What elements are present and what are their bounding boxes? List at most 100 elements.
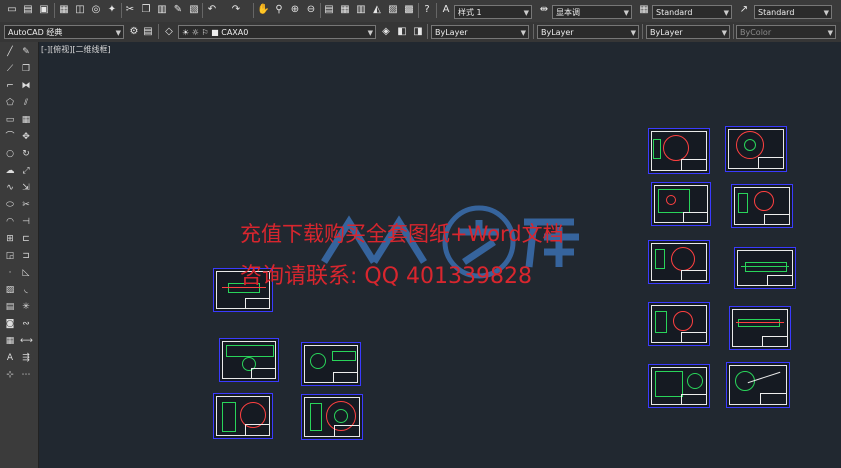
zoom-window-icon[interactable]: ⊕ bbox=[289, 4, 301, 16]
print-icon[interactable]: ▦ bbox=[58, 4, 70, 16]
ellipse-arc-icon[interactable]: ◠ bbox=[4, 216, 16, 228]
tool-palettes-icon[interactable]: ▥ bbox=[355, 4, 367, 16]
layer-properties-icon[interactable]: ▤ bbox=[142, 26, 154, 38]
array-icon[interactable]: ▦ bbox=[20, 114, 32, 126]
workspace-settings-icon[interactable]: ⚙ bbox=[128, 26, 140, 38]
layer-state-icon[interactable]: ◇ bbox=[163, 26, 175, 38]
lengthen-icon[interactable]: ⟷ bbox=[20, 335, 33, 347]
workspace-select[interactable]: AutoCAD 经典 ▼ bbox=[4, 25, 124, 39]
table-style-select[interactable]: Standard ▼ bbox=[652, 5, 732, 19]
region-icon[interactable]: ◙ bbox=[4, 318, 16, 330]
drawing-sheet[interactable] bbox=[213, 393, 273, 439]
drawing-sheet[interactable] bbox=[219, 338, 279, 382]
add-selected-icon[interactable]: ⊹ bbox=[4, 369, 16, 381]
new-file-icon[interactable]: ▭ bbox=[6, 4, 18, 16]
sheet-set-icon[interactable]: ◭ bbox=[371, 4, 383, 16]
layer-previous-icon[interactable]: ◧ bbox=[396, 26, 408, 38]
dim-style-icon[interactable]: ⇹ bbox=[538, 4, 550, 16]
drawing-sheet[interactable] bbox=[301, 394, 363, 440]
mtext-icon[interactable]: A bbox=[4, 352, 16, 364]
markup-icon[interactable]: ▨ bbox=[387, 4, 399, 16]
zoom-realtime-icon[interactable]: ⚲ bbox=[273, 4, 285, 16]
move-icon[interactable]: ✥ bbox=[20, 131, 32, 143]
drawing-sheet[interactable] bbox=[734, 247, 796, 289]
drawing-sheet[interactable] bbox=[725, 126, 787, 172]
copy-icon[interactable]: ❐ bbox=[140, 4, 152, 16]
calculator-icon[interactable]: ▩ bbox=[403, 4, 415, 16]
mirror-icon[interactable]: ⧓ bbox=[20, 80, 32, 92]
polyline-icon[interactable]: ⌐ bbox=[4, 80, 16, 92]
color-select[interactable]: ByLayer ▼ bbox=[431, 25, 529, 39]
offset-icon[interactable]: ⫽ bbox=[20, 97, 32, 109]
text-style-select[interactable]: 样式 1 ▼ bbox=[454, 5, 532, 19]
open-file-icon[interactable]: ▤ bbox=[22, 4, 34, 16]
linetype-select[interactable]: ByLayer ▼ bbox=[537, 25, 639, 39]
undo-icon[interactable]: ↶ bbox=[206, 4, 218, 16]
lineweight-select[interactable]: ByLayer ▼ bbox=[646, 25, 730, 39]
multileader-style-select[interactable]: Standard ▼ bbox=[754, 5, 832, 19]
drawing-sheet[interactable] bbox=[729, 306, 791, 350]
rectangle-icon[interactable]: ▭ bbox=[4, 114, 16, 126]
block-editor-icon[interactable]: ▧ bbox=[188, 4, 200, 16]
divide-icon[interactable]: ⋯ bbox=[20, 369, 32, 381]
rotate-icon[interactable]: ↻ bbox=[20, 148, 32, 160]
stretch-icon[interactable]: ⇲ bbox=[20, 182, 32, 194]
paste-icon[interactable]: ▥ bbox=[156, 4, 168, 16]
table-style-icon[interactable]: ▦ bbox=[638, 4, 650, 16]
zoom-preview-icon[interactable]: ◎ bbox=[90, 4, 102, 16]
drawing-sheet[interactable] bbox=[731, 184, 793, 228]
zoom-previous-icon[interactable]: ⊖ bbox=[305, 4, 317, 16]
trim-icon[interactable]: ✂ bbox=[20, 199, 32, 211]
cut-icon[interactable]: ✂ bbox=[124, 4, 136, 16]
viewport-label[interactable]: [-][俯视][二维线框] bbox=[41, 44, 111, 55]
publish-icon[interactable]: ✦ bbox=[106, 4, 118, 16]
circle-icon[interactable]: ○ bbox=[4, 148, 16, 160]
drawing-sheet[interactable] bbox=[301, 342, 361, 386]
make-current-layer-icon[interactable]: ◈ bbox=[380, 26, 392, 38]
break-icon[interactable]: ⊏ bbox=[20, 233, 32, 245]
drawing-sheet[interactable] bbox=[651, 182, 711, 226]
design-center-icon[interactable]: ▦ bbox=[339, 4, 351, 16]
arc-icon[interactable]: ⌒ bbox=[4, 131, 16, 143]
layer-isolate-icon[interactable]: ◨ bbox=[412, 26, 424, 38]
copy-object-icon[interactable]: ❐ bbox=[20, 63, 32, 75]
drawing-sheet[interactable] bbox=[726, 362, 790, 408]
model-space-canvas[interactable]: [-][俯视][二维线框] bbox=[39, 42, 841, 468]
gradient-icon[interactable]: ▤ bbox=[4, 301, 16, 313]
drawing-sheet[interactable] bbox=[648, 128, 710, 174]
match-properties-icon[interactable]: ✎ bbox=[172, 4, 184, 16]
insert-block-icon[interactable]: ⊞ bbox=[4, 233, 16, 245]
layer-select[interactable]: ☀ ☼ ⚐ ■ CAXA0 ▼ bbox=[178, 25, 376, 39]
multileader-style-icon[interactable]: ↗ bbox=[738, 4, 750, 16]
fillet-icon[interactable]: ◟ bbox=[20, 284, 32, 296]
print-preview-icon[interactable]: ◫ bbox=[74, 4, 86, 16]
align-icon[interactable]: ⇶ bbox=[20, 352, 32, 364]
chamfer-icon[interactable]: ◺ bbox=[20, 267, 32, 279]
point-icon[interactable]: · bbox=[4, 267, 16, 279]
help-icon[interactable]: ? bbox=[421, 4, 433, 16]
drawing-sheet[interactable] bbox=[648, 240, 710, 284]
properties-icon[interactable]: ▤ bbox=[323, 4, 335, 16]
join-icon[interactable]: ⊐ bbox=[20, 250, 32, 262]
table-icon[interactable]: ▦ bbox=[4, 335, 16, 347]
erase-icon[interactable]: ✎ bbox=[20, 46, 32, 58]
polygon-icon[interactable]: ⬠ bbox=[4, 97, 16, 109]
hatch-icon[interactable]: ▨ bbox=[4, 284, 16, 296]
scale-icon[interactable]: ⤢ bbox=[20, 165, 32, 177]
plotstyle-select[interactable]: ByColor ▼ bbox=[736, 25, 836, 39]
dim-style-select[interactable]: 显本调 ▼ bbox=[552, 5, 632, 19]
make-block-icon[interactable]: ◲ bbox=[4, 250, 16, 262]
construction-line-icon[interactable]: ⟋ bbox=[4, 63, 16, 75]
save-icon[interactable]: ▣ bbox=[38, 4, 50, 16]
line-icon[interactable]: ╱ bbox=[4, 46, 16, 58]
spline-icon[interactable]: ∿ bbox=[4, 182, 16, 194]
pan-icon[interactable]: ✋ bbox=[257, 4, 269, 16]
explode-icon[interactable]: ✳ bbox=[20, 301, 32, 313]
text-style-icon[interactable]: A bbox=[440, 4, 452, 16]
ellipse-icon[interactable]: ⬭ bbox=[4, 199, 16, 211]
extend-icon[interactable]: ⊣ bbox=[20, 216, 32, 228]
drawing-sheet[interactable] bbox=[648, 302, 710, 346]
blend-icon[interactable]: ∾ bbox=[20, 318, 32, 330]
drawing-sheet[interactable] bbox=[648, 364, 710, 408]
redo-icon[interactable]: ↷ bbox=[230, 4, 242, 16]
